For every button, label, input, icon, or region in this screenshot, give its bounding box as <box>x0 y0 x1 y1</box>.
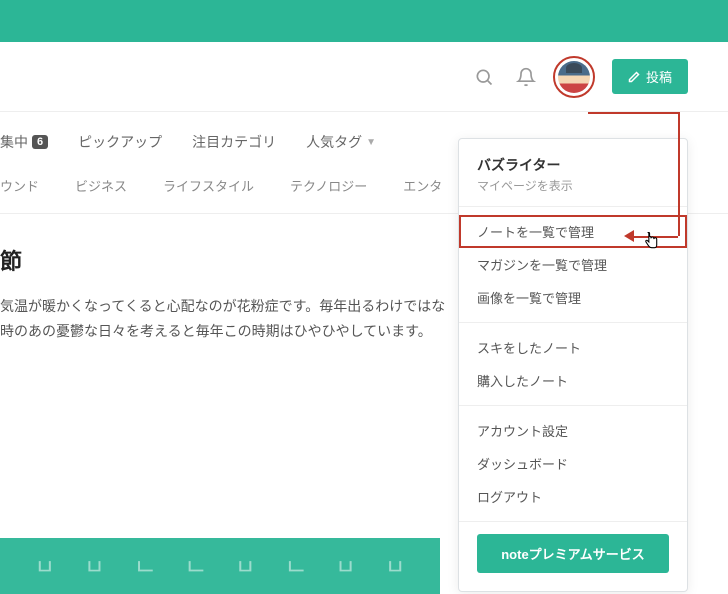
subnav-item[interactable]: ライフスタイル <box>163 176 254 195</box>
menu-item-manage-images[interactable]: 画像を一覧で管理 <box>459 281 687 314</box>
premium-button[interactable]: noteプレミアムサービス <box>477 534 669 573</box>
dropdown-group-manage: ノートを一覧で管理 マガジンを一覧で管理 画像を一覧で管理 <box>459 207 687 323</box>
menu-item-dashboard[interactable]: ダッシュボード <box>459 447 687 480</box>
footer-glyph: ப <box>388 554 403 579</box>
bell-icon[interactable] <box>516 67 536 87</box>
avatar-button[interactable] <box>558 61 590 93</box>
footer-glyph: ட <box>287 554 303 579</box>
nav-badge: 6 <box>32 135 48 149</box>
post-button-label: 投稿 <box>646 67 672 86</box>
nav-label: 集中 <box>0 132 28 152</box>
nav-item-tags[interactable]: 人気タグ ▼ <box>306 132 376 152</box>
footer-banner: ப ப ட ட ப ட ப ப <box>0 538 440 594</box>
menu-item-liked-notes[interactable]: スキをしたノート <box>459 331 687 364</box>
nav-item-pickup[interactable]: ピックアップ <box>78 132 162 152</box>
user-dropdown: バズライター マイページを表示 ノートを一覧で管理 マガジンを一覧で管理 画像を… <box>458 138 688 592</box>
dropdown-mypage: マイページを表示 <box>477 177 669 194</box>
search-icon[interactable] <box>474 67 494 87</box>
nav-label: 人気タグ <box>306 132 362 152</box>
nav-item-category[interactable]: 注目カテゴリ <box>192 132 276 152</box>
footer-glyph: ப <box>238 554 253 579</box>
footer-glyph: ட <box>137 554 153 579</box>
pencil-icon <box>628 71 640 83</box>
footer-glyph: ப <box>87 554 102 579</box>
footer-glyph: ட <box>187 554 203 579</box>
chevron-down-icon: ▼ <box>366 137 376 148</box>
menu-item-purchased-notes[interactable]: 購入したノート <box>459 364 687 397</box>
dropdown-username: バズライター <box>477 155 669 175</box>
footer-glyph: ப <box>37 554 52 579</box>
subnav-item[interactable]: ウンド <box>0 176 39 195</box>
dropdown-header[interactable]: バズライター マイページを表示 <box>459 139 687 207</box>
subnav-item[interactable]: テクノロジー <box>290 176 367 195</box>
avatar <box>558 61 590 93</box>
menu-item-logout[interactable]: ログアウト <box>459 480 687 513</box>
dropdown-group-activity: スキをしたノート 購入したノート <box>459 323 687 406</box>
dropdown-group-account: アカウント設定 ダッシュボード ログアウト <box>459 406 687 522</box>
post-button[interactable]: 投稿 <box>612 59 688 94</box>
annotation-arrowhead <box>624 230 634 242</box>
header-actions: 投稿 <box>474 59 688 94</box>
subnav-item[interactable]: エンタ <box>403 176 442 195</box>
nav-item-recruiting[interactable]: 集中 6 <box>0 132 48 152</box>
top-bar <box>0 0 728 42</box>
menu-item-account-settings[interactable]: アカウント設定 <box>459 414 687 447</box>
menu-item-manage-notes[interactable]: ノートを一覧で管理 <box>459 215 687 248</box>
header: 投稿 <box>0 42 728 112</box>
footer-glyph: ப <box>338 554 353 579</box>
subnav-item[interactable]: ビジネス <box>75 176 127 195</box>
menu-item-manage-magazines[interactable]: マガジンを一覧で管理 <box>459 248 687 281</box>
